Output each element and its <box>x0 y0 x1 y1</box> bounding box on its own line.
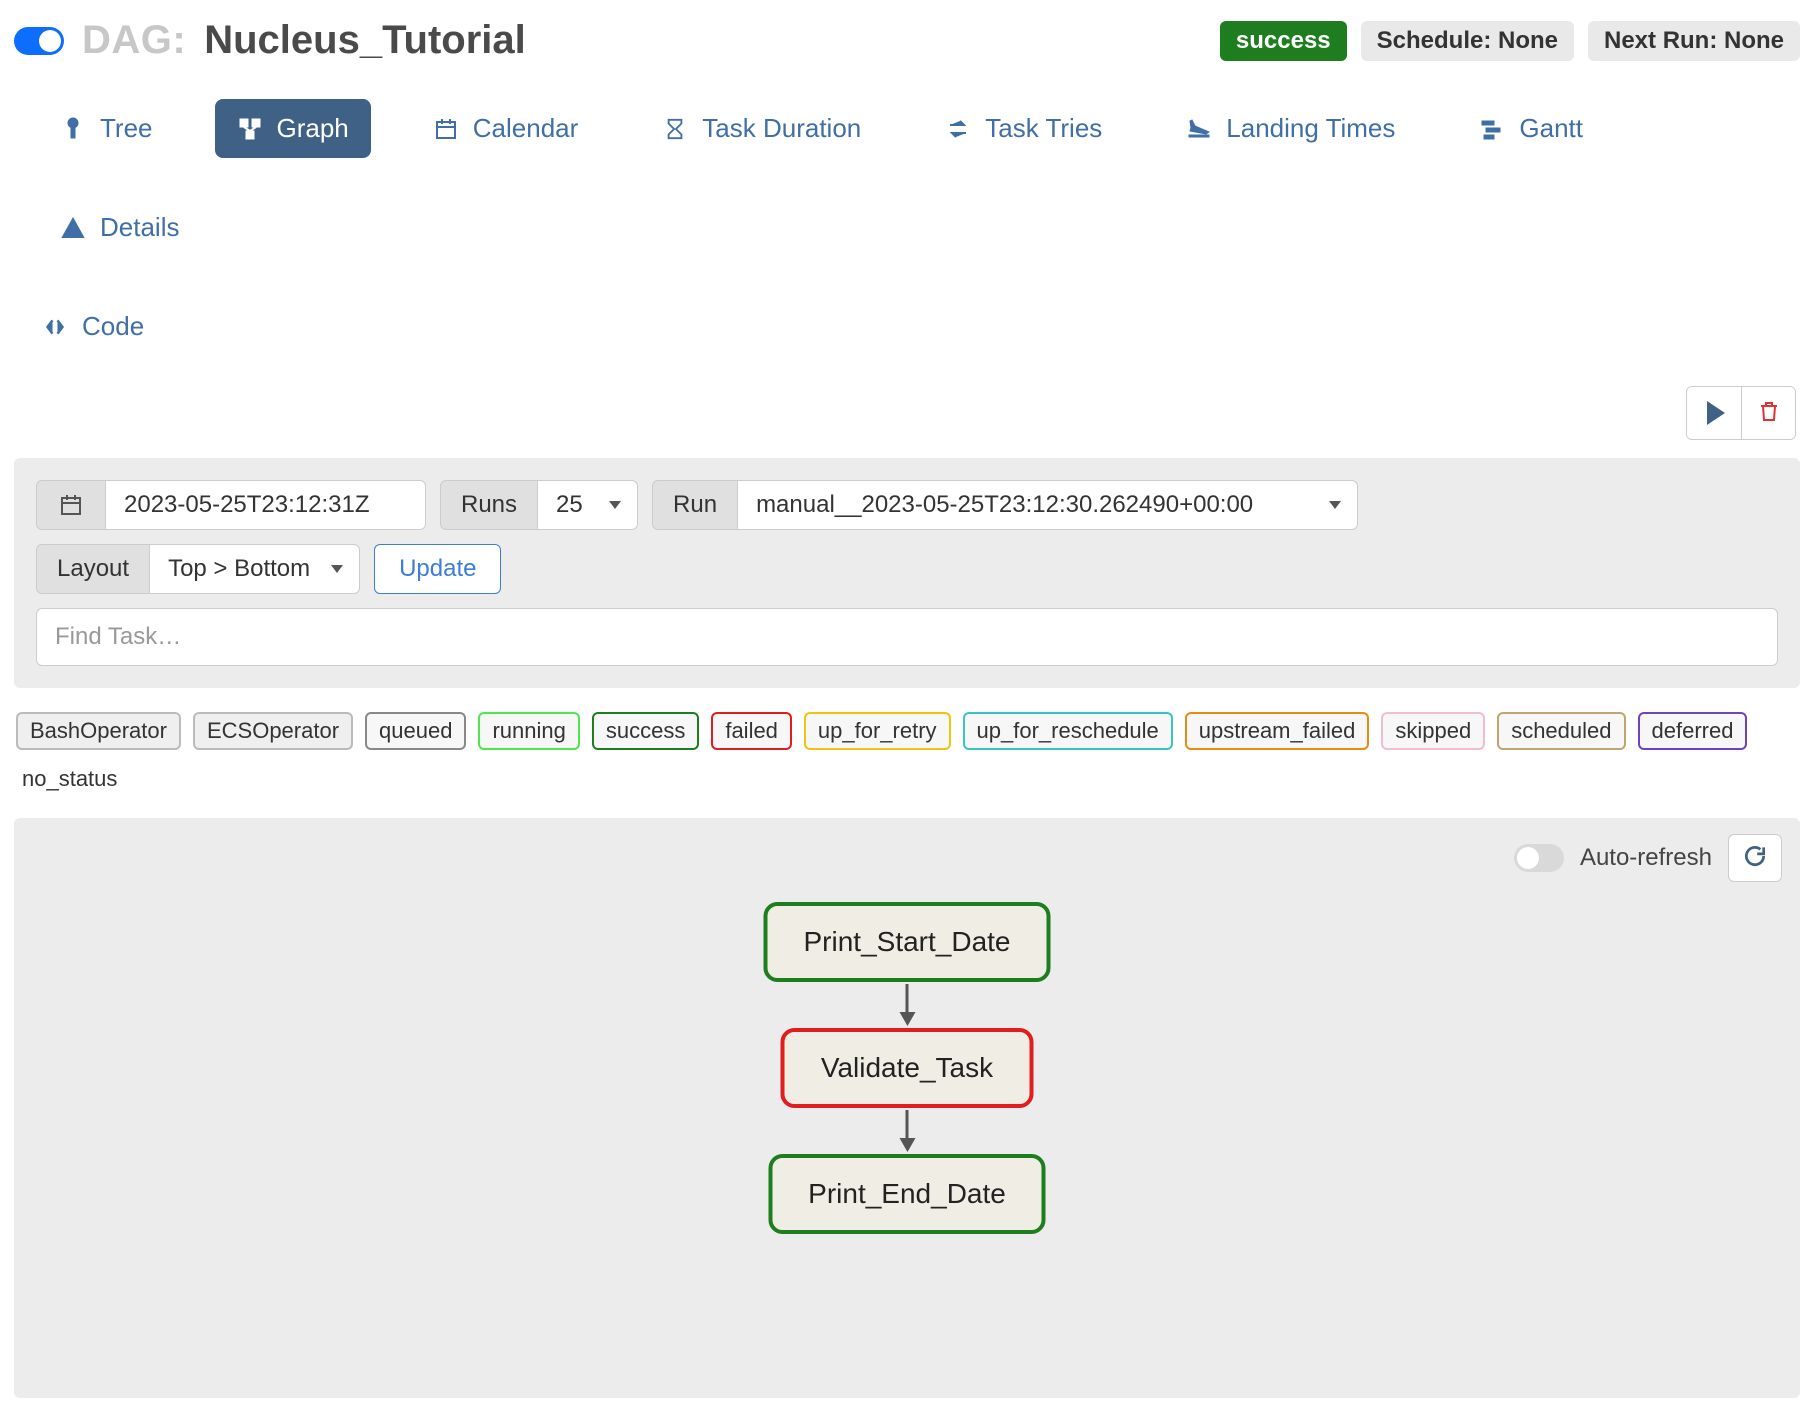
find-task-input[interactable] <box>36 608 1778 666</box>
tab-code[interactable]: Code <box>38 297 1776 356</box>
tab-task-duration[interactable]: Task Duration <box>640 99 883 158</box>
tab-label: Task Tries <box>985 113 1102 144</box>
next-run-badge: Next Run: None <box>1588 21 1800 61</box>
tab-calendar[interactable]: Calendar <box>411 99 601 158</box>
warning-icon <box>60 215 86 241</box>
status-chip-queued[interactable]: queued <box>365 712 466 750</box>
dag-graph-panel: Auto-refresh Print_Start_Date Validate_T… <box>14 818 1800 1398</box>
runs-select[interactable]: 25 <box>538 480 638 530</box>
trash-icon <box>1757 398 1781 429</box>
tab-graph[interactable]: Graph <box>215 99 371 158</box>
trigger-dag-button[interactable] <box>1687 387 1741 439</box>
tab-label: Graph <box>277 113 349 144</box>
dag-enable-toggle[interactable] <box>14 27 64 55</box>
refresh-button[interactable] <box>1728 834 1782 882</box>
play-icon <box>1703 401 1725 425</box>
tab-details[interactable]: Details <box>38 198 201 257</box>
tab-task-tries[interactable]: Task Tries <box>923 99 1124 158</box>
status-chip-up-for-retry[interactable]: up_for_retry <box>804 712 951 750</box>
view-tabs: Tree Graph Calendar Task Duration Task T… <box>14 89 1800 386</box>
task-node-print-start-date[interactable]: Print_Start_Date <box>764 902 1051 982</box>
tree-icon <box>60 116 86 142</box>
refresh-icon <box>1742 843 1768 874</box>
tab-label: Code <box>82 311 144 342</box>
layout-label: Layout <box>36 544 150 594</box>
dag-name: Nucleus_Tutorial <box>204 18 526 63</box>
operator-chip-bash[interactable]: BashOperator <box>16 712 181 750</box>
dag-actions <box>14 386 1800 458</box>
landing-icon <box>1186 116 1212 142</box>
status-chip-scheduled[interactable]: scheduled <box>1497 712 1625 750</box>
tab-tree[interactable]: Tree <box>38 99 175 158</box>
tab-label: Landing Times <box>1226 113 1395 144</box>
layout-group: Layout Top > Bottom <box>36 544 360 594</box>
status-chip-running[interactable]: running <box>478 712 579 750</box>
delete-dag-button[interactable] <box>1741 387 1795 439</box>
graph-icon <box>237 116 263 142</box>
calendar-icon <box>36 480 106 530</box>
auto-refresh-toggle[interactable] <box>1514 844 1564 872</box>
operator-chip-ecs[interactable]: ECSOperator <box>193 712 353 750</box>
calendar-icon <box>433 116 459 142</box>
status-success-badge: success <box>1220 21 1347 61</box>
status-chip-failed[interactable]: failed <box>711 712 792 750</box>
status-chip-no-status[interactable]: no_status <box>16 762 123 796</box>
auto-refresh-label: Auto-refresh <box>1580 844 1712 872</box>
dag-graph: Print_Start_Date Validate_Task Print_End… <box>764 902 1051 1234</box>
code-icon <box>42 314 68 340</box>
task-node-print-end-date[interactable]: Print_End_Date <box>768 1154 1046 1234</box>
run-select[interactable]: manual__2023-05-25T23:12:30.262490+00:00 <box>738 480 1358 530</box>
base-date-group: 2023-05-25T23:12:31Z <box>36 480 426 530</box>
hourglass-icon <box>662 116 688 142</box>
task-node-validate-task[interactable]: Validate_Task <box>781 1028 1033 1108</box>
run-label: Run <box>652 480 738 530</box>
gantt-icon <box>1479 116 1505 142</box>
retry-icon <box>945 116 971 142</box>
dag-title-wrap: DAG: Nucleus_Tutorial <box>14 18 526 63</box>
tab-label: Gantt <box>1519 113 1583 144</box>
base-date-input[interactable]: 2023-05-25T23:12:31Z <box>106 480 426 530</box>
layout-select[interactable]: Top > Bottom <box>150 544 360 594</box>
graph-edge <box>899 982 915 1028</box>
status-chip-deferred[interactable]: deferred <box>1638 712 1748 750</box>
graph-controls-panel: 2023-05-25T23:12:31Z Runs 25 Run manual_… <box>14 458 1800 688</box>
tab-label: Calendar <box>473 113 579 144</box>
dag-label: DAG: <box>82 18 186 63</box>
status-chip-up-for-reschedule[interactable]: up_for_reschedule <box>963 712 1173 750</box>
runs-group: Runs 25 <box>440 480 638 530</box>
tab-gantt[interactable]: Gantt <box>1457 99 1605 158</box>
run-group: Run manual__2023-05-25T23:12:30.262490+0… <box>652 480 1358 530</box>
tab-landing-times[interactable]: Landing Times <box>1164 99 1417 158</box>
tab-label: Task Duration <box>702 113 861 144</box>
legend-row: BashOperator ECSOperator queued running … <box>14 688 1800 814</box>
update-button[interactable]: Update <box>374 544 501 594</box>
schedule-badge: Schedule: None <box>1361 21 1574 61</box>
tab-label: Details <box>100 212 179 243</box>
status-chip-success[interactable]: success <box>592 712 699 750</box>
status-chip-skipped[interactable]: skipped <box>1381 712 1485 750</box>
tab-label: Tree <box>100 113 153 144</box>
status-chip-upstream-failed[interactable]: upstream_failed <box>1185 712 1370 750</box>
graph-edge <box>899 1108 915 1154</box>
runs-label: Runs <box>440 480 538 530</box>
dag-header: DAG: Nucleus_Tutorial success Schedule: … <box>14 14 1800 89</box>
status-badges: success Schedule: None Next Run: None <box>1220 21 1800 61</box>
